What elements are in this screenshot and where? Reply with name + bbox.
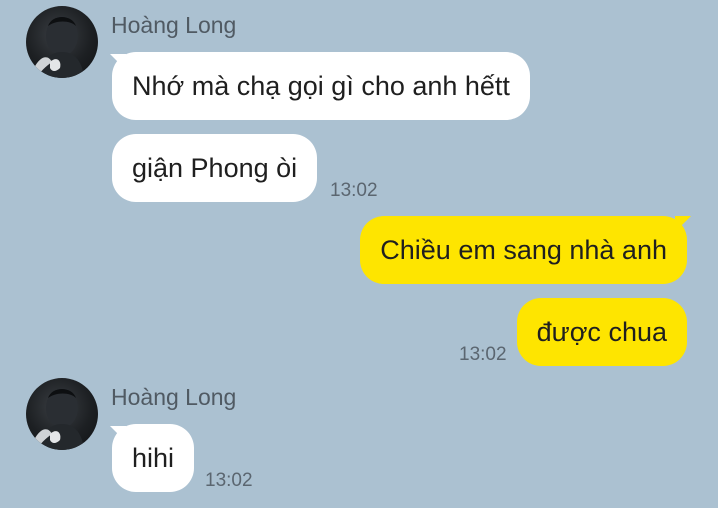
message-bubble-outgoing[interactable]: được chua [516,298,687,366]
sender-avatar[interactable] [26,378,98,450]
sender-name: Hoàng Long [111,384,237,410]
profile-photo-icon [34,388,84,450]
message-bubble-outgoing[interactable]: Chiều em sang nhà anh [360,216,687,284]
chat-area: Hoàng Long Nhớ mà chạ gọi gì cho anh hết… [0,0,718,508]
message-text: giận Phong òi [132,153,298,183]
message-timestamp: 13:02 [205,470,253,491]
message-timestamp: 13:02 [330,180,378,201]
message-bubble-incoming[interactable]: Nhớ mà chạ gọi gì cho anh hếtt [112,52,530,120]
message-text: hihi [132,443,175,473]
message-text: Nhớ mà chạ gọi gì cho anh hếtt [132,71,510,101]
message-text: được chua [536,317,667,347]
message-timestamp: 13:02 [459,344,507,365]
message-text: Chiều em sang nhà anh [380,235,667,265]
profile-photo-icon [34,16,84,78]
sender-name: Hoàng Long [111,12,237,38]
message-bubble-incoming[interactable]: giận Phong òi [112,134,318,202]
sender-avatar[interactable] [26,6,98,78]
